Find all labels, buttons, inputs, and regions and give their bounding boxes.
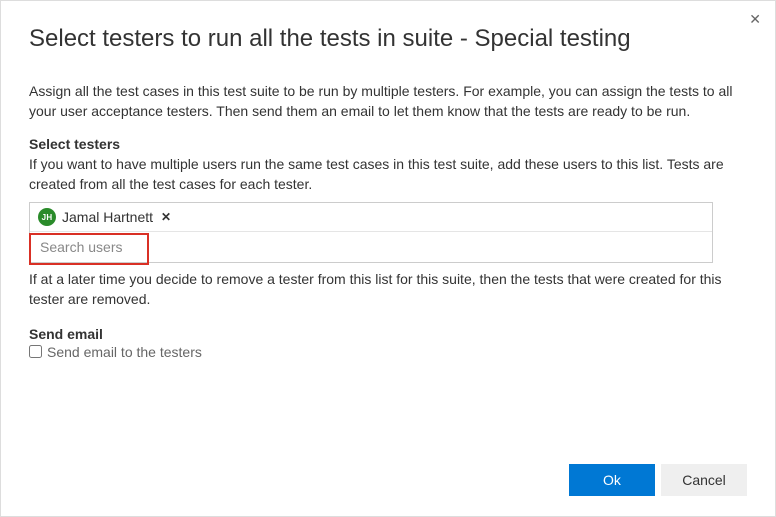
dialog-title: Select testers to run all the tests in s… — [29, 25, 747, 53]
search-users-input[interactable] — [30, 232, 712, 262]
send-email-label: Send email — [29, 326, 747, 342]
send-email-checkbox[interactable] — [29, 345, 42, 358]
dialog-footer: Ok Cancel — [29, 452, 747, 496]
send-email-row: Send email to the testers — [29, 344, 747, 360]
remove-chip-icon[interactable]: ✕ — [159, 210, 173, 224]
send-email-checkbox-label: Send email to the testers — [47, 344, 202, 360]
avatar: JH — [38, 208, 56, 226]
tester-chip: JH Jamal Hartnett ✕ — [30, 203, 712, 231]
remove-note-text: If at a later time you decide to remove … — [29, 269, 747, 310]
tester-picker: JH Jamal Hartnett ✕ — [29, 202, 713, 263]
ok-button[interactable]: Ok — [569, 464, 655, 496]
cancel-button[interactable]: Cancel — [661, 464, 747, 496]
select-testers-help: If you want to have multiple users run t… — [29, 154, 747, 195]
tester-assignment-dialog: ✕ Select testers to run all the tests in… — [1, 1, 775, 516]
tester-chip-name: Jamal Hartnett — [62, 209, 153, 225]
close-icon[interactable]: ✕ — [749, 11, 761, 28]
select-testers-label: Select testers — [29, 136, 747, 152]
intro-text: Assign all the test cases in this test s… — [29, 81, 747, 122]
search-row — [30, 231, 712, 262]
